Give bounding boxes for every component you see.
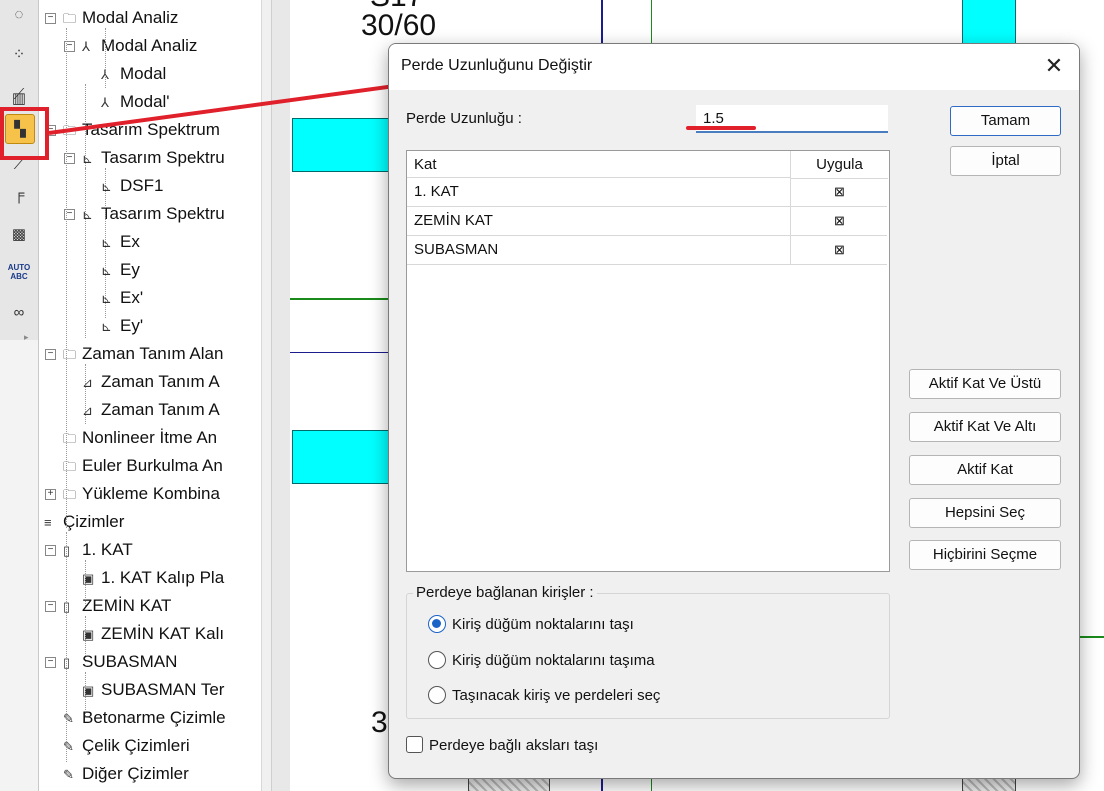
radio-move-beam-nodes[interactable] [428,615,446,633]
ok-button[interactable]: Tamam [950,106,1061,136]
select-none-button[interactable]: Hiçbirini Seçme [909,540,1061,570]
cancel-button[interactable]: İptal [950,146,1061,176]
annotation-underline [686,126,756,130]
floor-name: SUBASMAN [414,241,499,258]
change-wall-length-dialog: Perde Uzunluğunu Değiştir ✕ Perde Uzunlu… [388,43,1080,779]
close-icon[interactable]: ✕ [1037,51,1071,83]
radio-move-beam-nodes-label[interactable]: Kiriş düğüm noktalarını taşı [452,616,634,633]
select-all-button[interactable]: Hepsini Seç [909,498,1061,528]
apply-checkbox[interactable]: ⊠ [790,236,888,264]
dialog-titlebar[interactable]: Perde Uzunluğunu Değiştir ✕ [389,44,1079,90]
table-row[interactable]: SUBASMAN ⊠ [407,236,887,265]
wall-length-label: Perde Uzunluğu : [406,110,522,127]
active-floor-and-below-button[interactable]: Aktif Kat Ve Altı [909,412,1061,442]
list-header-kat[interactable]: Kat [407,151,790,178]
table-row[interactable]: 1. KAT ⊠ [407,178,887,207]
radio-dont-move-beam-nodes-label[interactable]: Kiriş düğüm noktalarını taşıma [452,652,655,669]
radio-dont-move-beam-nodes[interactable] [428,651,446,669]
floor-name: ZEMİN KAT [414,212,493,229]
active-floor-and-above-button[interactable]: Aktif Kat Ve Üstü [909,369,1061,399]
floor-name: 1. KAT [414,183,459,200]
floor-list[interactable]: Kat Uygula 1. KAT ⊠ ZEMİN KAT ⊠ SUBASMAN… [406,150,890,572]
apply-checkbox[interactable]: ⊠ [790,207,888,235]
table-row[interactable]: ZEMİN KAT ⊠ [407,207,887,236]
beam-options-title: Perdeye bağlanan kirişler : [413,584,597,601]
dialog-title: Perde Uzunluğunu Değiştir [401,57,593,74]
radio-select-beams-walls-label[interactable]: Taşınacak kiriş ve perdeleri seç [452,687,660,704]
list-header-uygula[interactable]: Uygula [790,151,888,179]
move-axes-label[interactable]: Perdeye bağlı aksları taşı [429,737,598,754]
active-floor-button[interactable]: Aktif Kat [909,455,1061,485]
radio-select-beams-walls[interactable] [428,686,446,704]
apply-checkbox[interactable]: ⊠ [790,178,888,206]
move-axes-checkbox[interactable] [406,736,423,753]
